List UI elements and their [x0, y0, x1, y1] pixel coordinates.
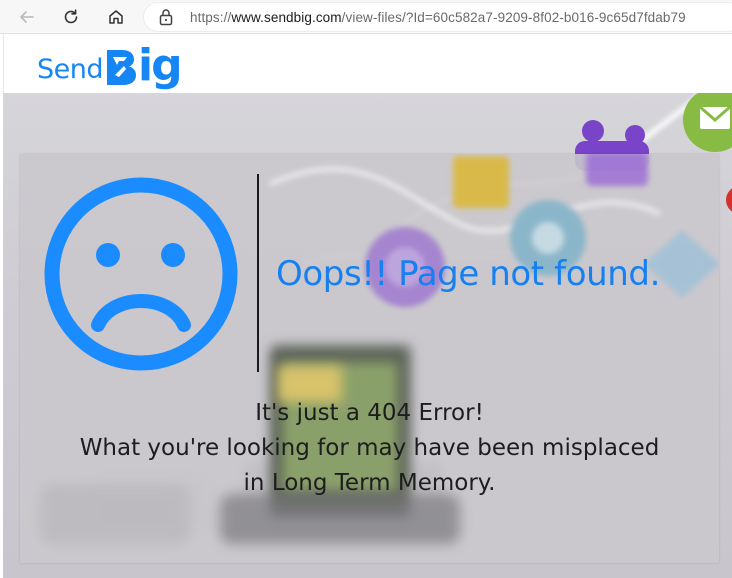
- home-icon: [109, 10, 123, 24]
- error-message: It's just a 404 Error! What you're looki…: [20, 396, 719, 501]
- sad-face-icon: [44, 177, 238, 371]
- arrow-left-icon: [20, 11, 34, 23]
- logo-big: ig: [104, 40, 183, 91]
- reload-button[interactable]: [58, 4, 84, 30]
- logo-send-text: Send: [37, 54, 104, 85]
- error-title: Oops!! Page not found.: [276, 254, 660, 294]
- home-button[interactable]: [103, 4, 129, 30]
- url-prefix: https://: [190, 9, 232, 25]
- browser-toolbar: https://www.sendbig.com/view-files/?Id=6…: [0, 0, 732, 34]
- error-line-2: What you're looking for may have been mi…: [79, 435, 660, 461]
- logo-b-letter: [107, 50, 137, 85]
- address-bar[interactable]: https://www.sendbig.com/view-files/?Id=6…: [143, 2, 732, 32]
- back-button[interactable]: [14, 4, 40, 30]
- url-domain: www.sendbig.com: [231, 9, 342, 25]
- vertical-divider: [257, 174, 259, 372]
- error-line-3: in Long Term Memory.: [243, 470, 496, 496]
- url-text: https://www.sendbig.com/view-files/?Id=6…: [190, 10, 686, 25]
- error-card: Oops!! Page not found. It's just a 404 E…: [20, 154, 719, 563]
- site-header: Send ig: [3, 34, 732, 93]
- url-path: /view-files/?Id=60c582a7-9209-8f02-b016-…: [341, 9, 686, 25]
- reload-icon: [64, 9, 78, 24]
- error-line-1: It's just a 404 Error!: [255, 400, 484, 426]
- lock-icon: [159, 9, 173, 26]
- sendbig-logo[interactable]: Send ig: [37, 40, 183, 91]
- logo-big-text: ig: [138, 40, 183, 91]
